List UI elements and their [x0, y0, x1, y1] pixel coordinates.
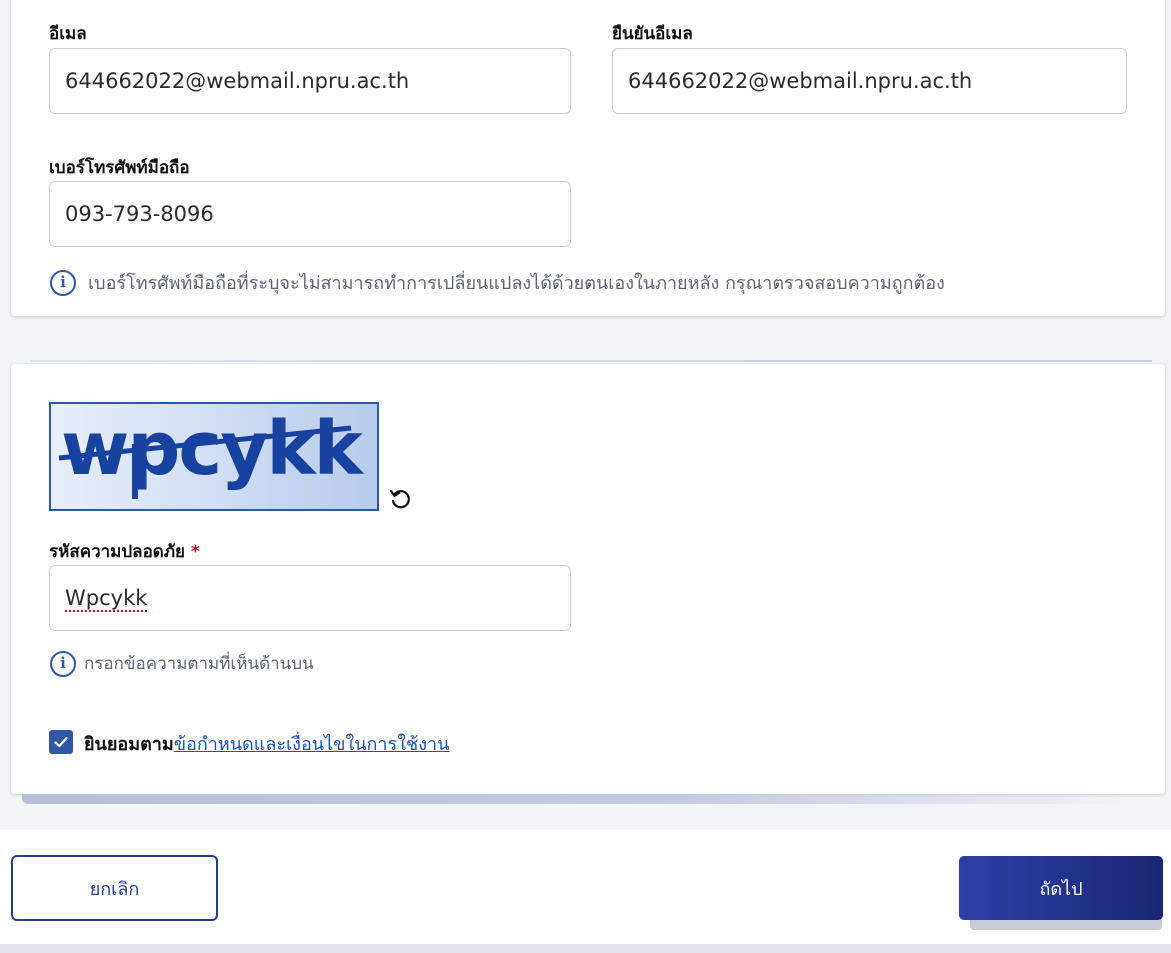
phone-hint-text: เบอร์โทรศัพท์มือถือที่ระบุจะไม่สามารถทำก…: [88, 273, 945, 294]
terms-checkbox[interactable]: [49, 730, 73, 754]
security-code-label-text: รหัสความปลอดภัย: [49, 542, 186, 562]
captcha-strike-lines: [58, 425, 352, 499]
phone-hint: i เบอร์โทรศัพท์มือถือที่ระบุจะไม่สามารถท…: [50, 268, 945, 297]
terms-consent: ยินยอมตามข้อกำหนดและเงื่อนไขในการใช้งาน: [84, 729, 449, 758]
confirm-email-label: ยืนยันอีเมล: [612, 24, 693, 44]
phone-label: เบอร์โทรศัพท์มือถือ: [49, 158, 190, 178]
info-icon: i: [50, 650, 76, 677]
confirm-email-field[interactable]: 644662022@webmail.npru.ac.th: [612, 48, 1127, 114]
bottom-divider: [0, 944, 1171, 953]
terms-link[interactable]: ข้อกำหนดและเงื่อนไขในการใช้งาน: [174, 734, 450, 755]
checkmark-icon: [54, 736, 68, 748]
security-code-hint-text: กรอกข้อความตามที่เห็นด้านบน: [84, 654, 314, 674]
refresh-icon[interactable]: [388, 486, 414, 512]
info-icon: i: [50, 269, 76, 296]
security-code-value: Wpcykk: [65, 586, 148, 610]
terms-prefix: ยินยอมตาม: [84, 734, 174, 755]
security-code-label: รหัสความปลอดภัย *: [49, 538, 200, 565]
email-field[interactable]: 644662022@webmail.npru.ac.th: [49, 48, 571, 114]
required-mark: *: [191, 542, 200, 562]
email-label: อีเมล: [49, 24, 87, 44]
captcha-image: wpcykk: [49, 402, 379, 511]
section-divider: [30, 360, 1152, 362]
security-code-input[interactable]: Wpcykk: [49, 565, 571, 631]
card-shadow-bar: [22, 794, 1130, 804]
security-code-hint: i กรอกข้อความตามที่เห็นด้านบน: [50, 650, 314, 677]
phone-field[interactable]: 093-793-8096: [49, 181, 571, 247]
cancel-button[interactable]: ยกเลิก: [11, 855, 218, 921]
next-button[interactable]: ถัดไป: [959, 856, 1163, 920]
